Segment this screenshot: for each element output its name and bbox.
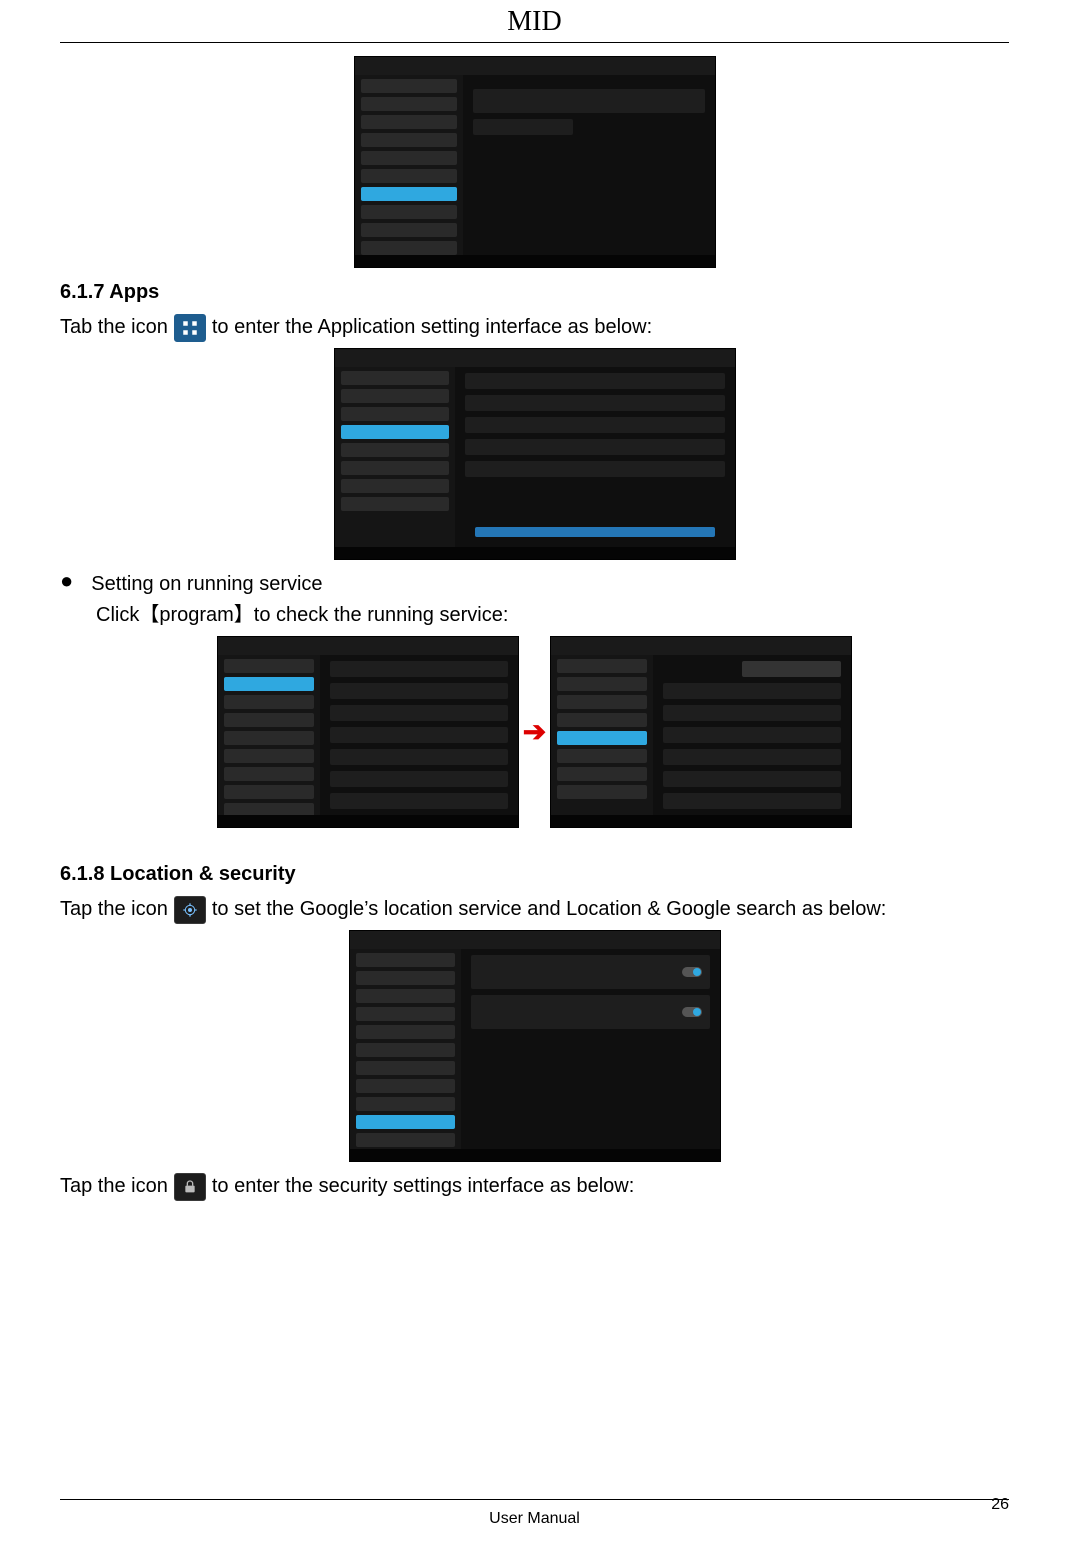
screenshot-programs-left	[217, 636, 519, 828]
apps-line-2: Click【program】to check the running servi…	[60, 601, 1009, 630]
screenshot-apps	[334, 348, 736, 560]
arrow-right-icon: ➔	[523, 712, 546, 753]
text: Setting on running service	[91, 570, 322, 599]
bullet-icon: ●	[60, 570, 73, 592]
section-heading-location: 6.1.8 Location & security	[60, 860, 1009, 889]
apps-icon	[174, 314, 206, 342]
screenshot-location	[349, 930, 721, 1162]
screenshot-pair: ➔	[60, 636, 1009, 828]
header-rule	[60, 42, 1009, 43]
text: to enter the security settings interface…	[212, 1172, 634, 1201]
text: to set the Google’s location service and…	[212, 895, 886, 924]
footer-label: User Manual	[0, 1510, 1069, 1528]
text: to enter the Application setting interfa…	[212, 313, 652, 342]
location-line-2: Tap the icon to enter the security setti…	[60, 1172, 1009, 1201]
footer-rule	[60, 1499, 1009, 1500]
text: Tap the icon	[60, 1172, 168, 1201]
location-icon	[174, 896, 206, 924]
bullet-running-service: ● Setting on running service	[60, 570, 1009, 599]
lock-icon	[174, 1173, 206, 1201]
apps-line-1: Tab the icon to enter the Application se…	[60, 313, 1009, 342]
header-title: MID	[0, 6, 1069, 38]
section-heading-apps: 6.1.7 Apps	[60, 278, 1009, 307]
text: Tap the icon	[60, 895, 168, 924]
text: Tab the icon	[60, 313, 168, 342]
screenshot-programs-right	[550, 636, 852, 828]
screenshot-battery	[354, 56, 716, 268]
location-line-1: Tap the icon to set the Google’s locatio…	[60, 895, 1009, 924]
